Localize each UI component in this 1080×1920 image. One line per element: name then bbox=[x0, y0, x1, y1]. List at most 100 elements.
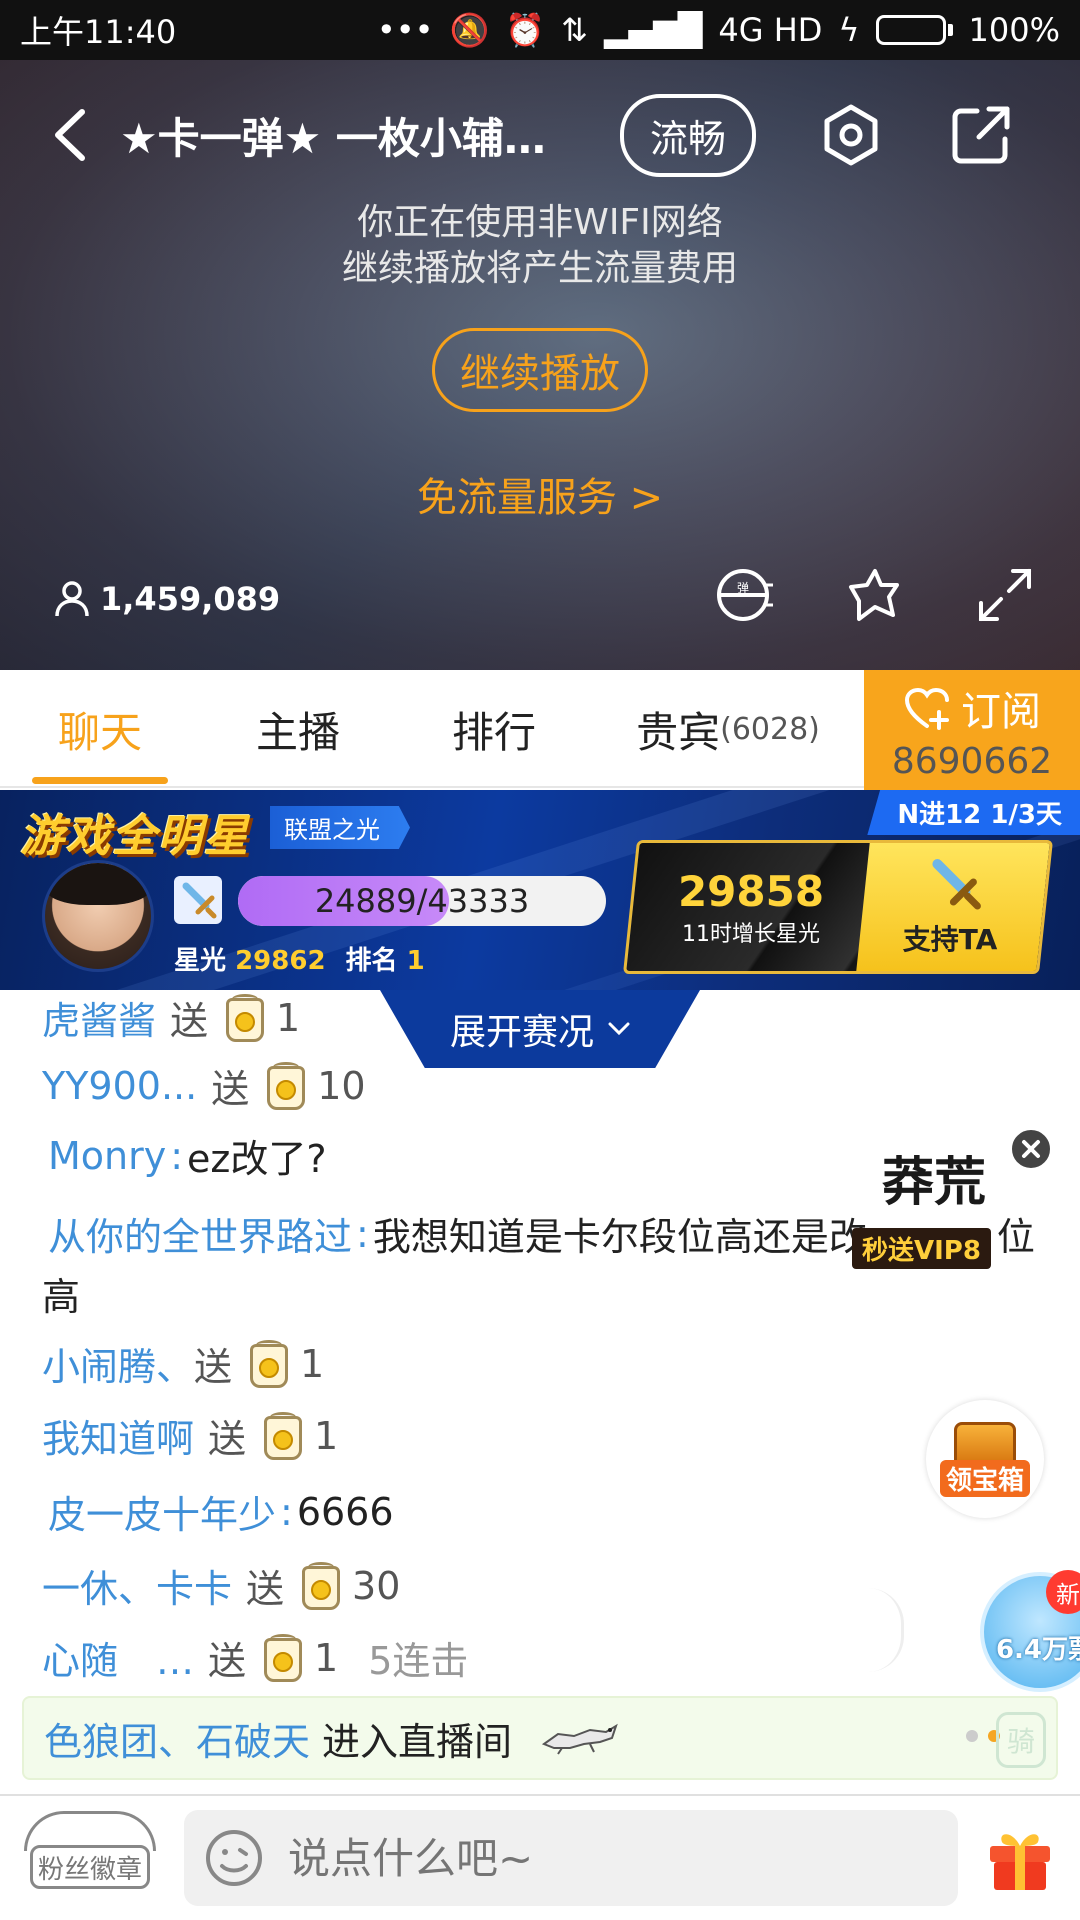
tab-host[interactable]: 主播 bbox=[200, 670, 396, 788]
chat-nickname[interactable]: Monry bbox=[48, 1134, 166, 1178]
host-avatar[interactable] bbox=[42, 860, 154, 972]
chat-nickname[interactable]: 从你的全世界路过 bbox=[48, 1206, 352, 1261]
settings-button[interactable] bbox=[816, 100, 886, 170]
starlight-progress-bar: 24889/43333 bbox=[238, 876, 606, 926]
ride-badge: 骑 bbox=[996, 1712, 1046, 1768]
charging-icon: ϟ bbox=[838, 11, 860, 49]
free-data-service-link[interactable]: 免流量服务 > bbox=[0, 465, 1080, 523]
send-label: 送 bbox=[194, 1345, 233, 1389]
gift-bag-icon bbox=[246, 1338, 292, 1390]
treasure-label: 领宝箱 bbox=[939, 1459, 1030, 1497]
ad-subtitle: 秒送VIP8 bbox=[852, 1228, 991, 1269]
gift-count: 1 bbox=[276, 995, 301, 1040]
game-ad-float[interactable]: 莽荒 秒送VIP8 bbox=[852, 1140, 1002, 1270]
event-subtitle: 联盟之光 bbox=[270, 806, 410, 849]
support-button[interactable]: 支持TA bbox=[856, 843, 1050, 971]
chat-nickname[interactable]: 心随 … bbox=[42, 1630, 194, 1685]
status-bar: 上午11:40 ••• 🔕 ⏰ ⇅ ▂▄▆█ 4G HD ϟ 100% bbox=[0, 0, 1080, 60]
starlight-label: 星光 bbox=[174, 946, 227, 976]
chat-nickname[interactable]: 一休、卡卡 bbox=[42, 1558, 232, 1613]
tab-vip-label: 贵宾 bbox=[636, 707, 721, 757]
expand-match-button[interactable]: 展开赛况 bbox=[380, 990, 700, 1068]
chat-colon: : bbox=[356, 1211, 369, 1256]
chat-input-box[interactable] bbox=[184, 1810, 958, 1906]
mute-icon: 🔕 bbox=[449, 11, 490, 49]
loading-arc bbox=[868, 1588, 904, 1672]
warning-line-2: 继续播放将产生流量费用 bbox=[341, 248, 738, 289]
send-label: 送 bbox=[170, 999, 209, 1043]
gift-bag-icon bbox=[222, 992, 268, 1044]
danmaku-toggle-button[interactable]: 弹 bbox=[710, 560, 780, 630]
chat-text-message: 皮一皮十年少: 6666 bbox=[48, 1484, 394, 1539]
fan-badge-button[interactable]: 粉丝徽章 bbox=[24, 1811, 156, 1905]
video-controls: 弹 bbox=[710, 560, 1040, 630]
rank-value: 1 bbox=[406, 946, 425, 976]
chat-nickname[interactable]: 皮一皮十年少 bbox=[48, 1484, 276, 1539]
data-transfer-icon: ⇅ bbox=[561, 11, 588, 49]
share-icon bbox=[952, 106, 1010, 164]
ship-vote-button[interactable]: 6.4万票 新 bbox=[980, 1570, 1080, 1692]
gift-count: 10 bbox=[317, 1063, 366, 1108]
chat-nickname[interactable]: 虎酱酱 bbox=[42, 990, 156, 1045]
effects-button[interactable] bbox=[840, 560, 910, 630]
gift-bag-icon bbox=[260, 1410, 306, 1462]
enter-text: 进入直播间 bbox=[322, 1719, 513, 1764]
status-time: 上午11:40 bbox=[20, 13, 177, 51]
continue-play-button[interactable]: 继续播放 bbox=[432, 328, 648, 412]
warning-line-1: 你正在使用非WIFI网络 bbox=[357, 202, 723, 243]
growth-info: 29858 11时增长星光 bbox=[633, 843, 869, 971]
starlight-value: 29862 bbox=[235, 946, 326, 976]
gift-count: 1 bbox=[314, 1635, 339, 1680]
bottom-input-bar: 粉丝徽章 bbox=[0, 1794, 1080, 1920]
gift-button[interactable] bbox=[980, 1818, 1060, 1898]
close-ad-button[interactable] bbox=[1010, 1128, 1052, 1170]
danmaku-icon: 弹 bbox=[717, 569, 773, 621]
chat-text-message: Monry: ez改了? bbox=[48, 1128, 327, 1183]
send-label: 送 bbox=[246, 1567, 285, 1611]
back-button[interactable] bbox=[40, 105, 100, 165]
pager-dots bbox=[966, 1730, 1000, 1742]
gift-bag-icon bbox=[263, 1060, 309, 1112]
chat-nickname[interactable]: 我知道啊 bbox=[42, 1408, 194, 1463]
tab-chat[interactable]: 聊天 bbox=[0, 670, 200, 788]
gift-box-icon bbox=[990, 1834, 1050, 1890]
rank-tier-icon bbox=[174, 876, 222, 924]
send-label: 送 bbox=[211, 1067, 250, 1111]
chat-text: ez改了? bbox=[187, 1137, 327, 1181]
ad-title: 莽荒 bbox=[882, 1152, 987, 1213]
quality-button[interactable]: 流畅 bbox=[620, 93, 757, 177]
chat-text: 高 bbox=[42, 1275, 81, 1319]
gift-bag-icon bbox=[298, 1560, 344, 1612]
progress-text: 24889/43333 bbox=[314, 882, 530, 920]
chat-gift-message: 虎酱酱 送 1 bbox=[42, 990, 300, 1045]
rank-label: 排名 bbox=[345, 946, 398, 976]
chat-input[interactable] bbox=[288, 1833, 888, 1883]
enter-nicknames[interactable]: 色狼团、石破天 bbox=[44, 1711, 310, 1766]
viewer-count: 1,459,089 bbox=[54, 580, 280, 618]
chat-nickname[interactable]: 小闹腾、 bbox=[42, 1336, 194, 1391]
video-player[interactable]: ★卡一弹★ 一枚小辅… 流畅 你正在使用非WIFI网络 继续播放将产生流量费用 … bbox=[0, 60, 1080, 670]
fullscreen-icon bbox=[979, 569, 1031, 621]
hexagon-settings-icon bbox=[824, 104, 878, 166]
chevron-down-icon bbox=[608, 1022, 630, 1036]
network-warning: 你正在使用非WIFI网络 继续播放将产生流量费用 bbox=[0, 200, 1080, 292]
status-icons: ••• 🔕 ⏰ ⇅ ▂▄▆█ 4G HD ϟ 100% bbox=[377, 11, 1060, 49]
viewer-count-value: 1,459,089 bbox=[100, 580, 281, 618]
share-button[interactable] bbox=[946, 100, 1016, 170]
new-badge: 新 bbox=[1046, 1570, 1080, 1614]
event-banner[interactable]: 游戏全明星 联盟之光 N进12 1/3天 24889/43333 星光 2986… bbox=[0, 790, 1080, 990]
fullscreen-button[interactable] bbox=[970, 560, 1040, 630]
tab-vip[interactable]: 贵宾 (6028) bbox=[592, 670, 864, 788]
host-stats: 星光 29862 排名 1 bbox=[174, 940, 425, 977]
chat-nickname[interactable]: YY900... bbox=[42, 1064, 197, 1108]
chat-colon: : bbox=[170, 1133, 184, 1178]
more-icon: ••• bbox=[376, 11, 434, 49]
treasure-chest-button[interactable]: 领宝箱 bbox=[926, 1400, 1044, 1518]
chat-gift-message: 一休、卡卡 送 30 bbox=[42, 1558, 400, 1613]
expand-label: 展开赛况 bbox=[449, 1012, 594, 1053]
subscribe-button[interactable]: 订阅 8690662 bbox=[864, 670, 1080, 790]
tab-rank[interactable]: 排行 bbox=[396, 670, 592, 788]
emoji-icon[interactable] bbox=[204, 1828, 264, 1888]
send-label: 送 bbox=[208, 1417, 247, 1461]
send-label: 送 bbox=[208, 1639, 247, 1683]
